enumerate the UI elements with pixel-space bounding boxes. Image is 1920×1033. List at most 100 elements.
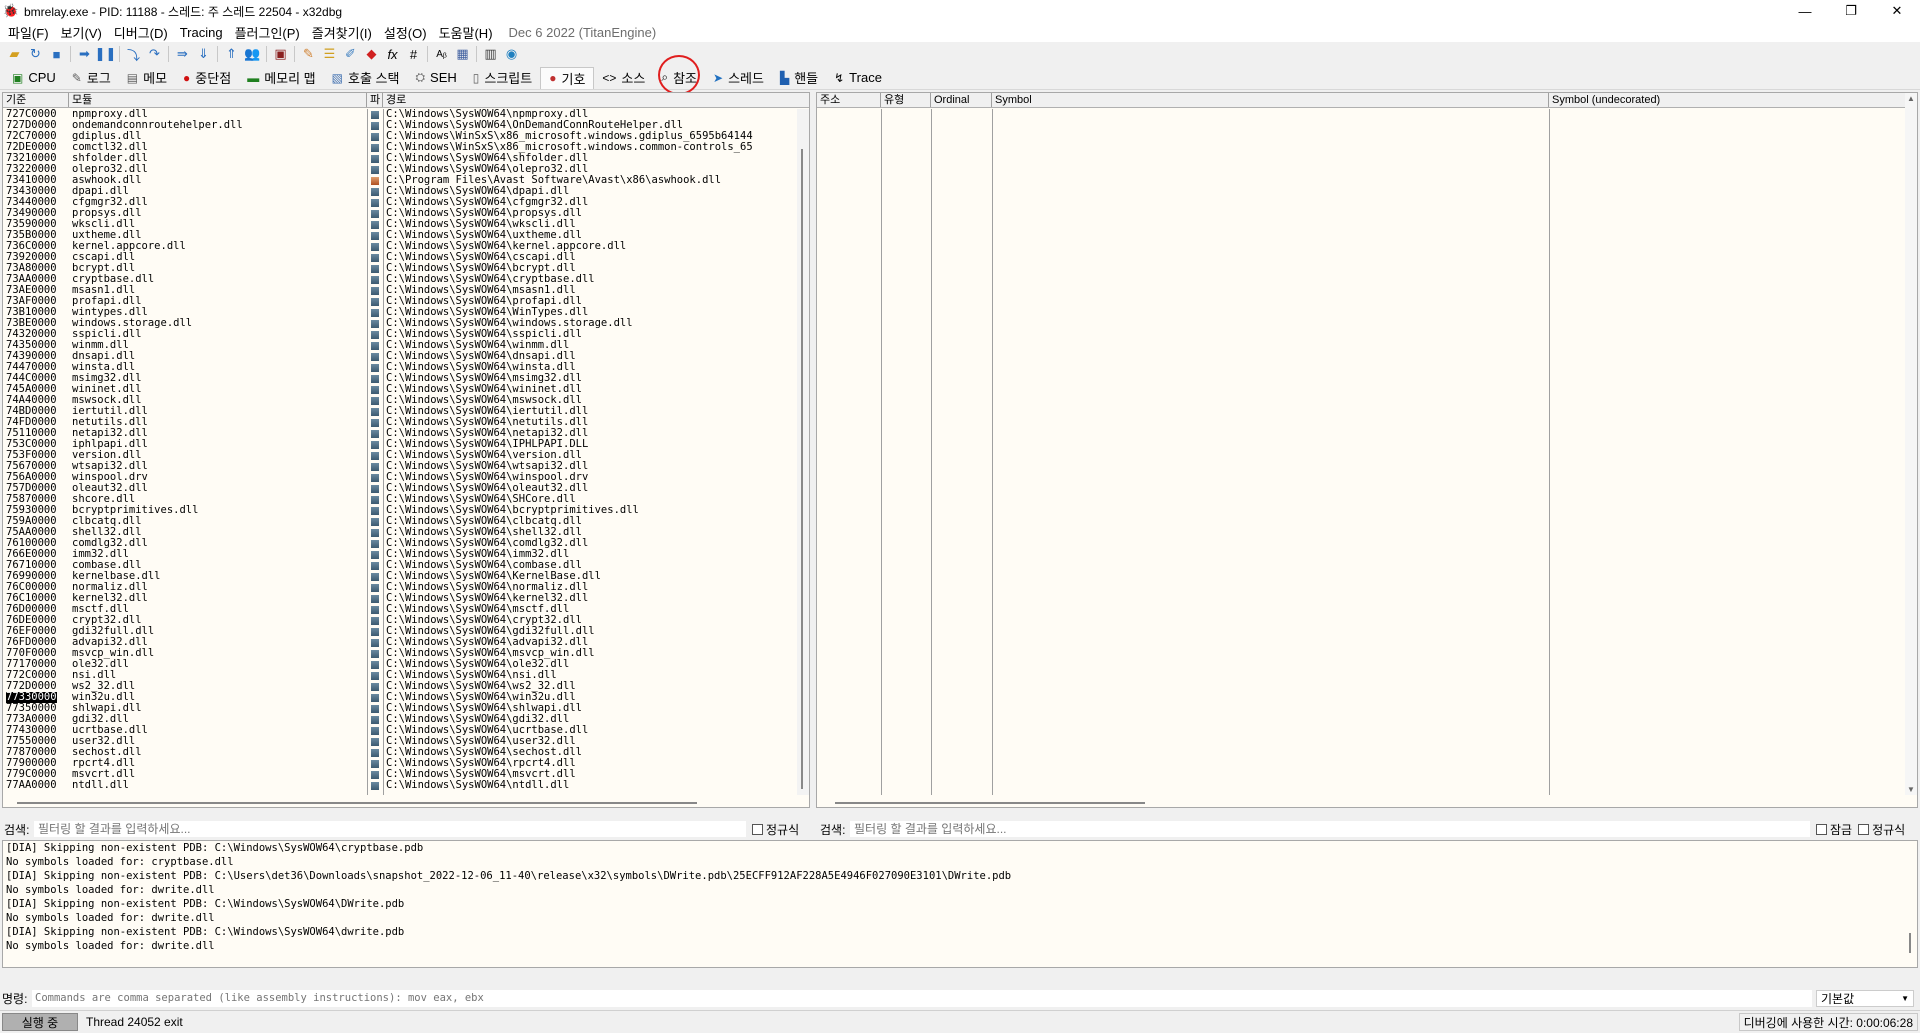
table-row[interactable]: 759A0000 clbcatq.dll C:\Windows\SysWOW64\c… xyxy=(3,516,803,527)
table-row[interactable]: 76710000 combase.dll C:\Windows\SysWOW64\c… xyxy=(3,560,803,571)
calculator-icon[interactable]: ▦ xyxy=(452,44,473,64)
menu-file[interactable]: 파일(F) xyxy=(2,23,55,42)
table-row[interactable]: 76990000 kernelbase.dll C:\Windows\SysWOW6… xyxy=(3,571,803,582)
column-party[interactable]: 파 xyxy=(367,93,383,107)
strings-icon[interactable]: Aᵦ xyxy=(431,44,452,64)
step-into-icon[interactable]: ⤵ xyxy=(123,44,144,64)
table-row[interactable]: 772D0000 ws2_32.dll C:\Windows\SysWOW64\ws… xyxy=(3,681,803,692)
symbols-regex-checkbox[interactable]: 정규식 xyxy=(1858,821,1905,838)
column-ordinal[interactable]: Ordinal xyxy=(931,93,992,107)
table-row[interactable]: 76C10000 kernel32.dll C:\Windows\SysWOW64\… xyxy=(3,593,803,604)
scrollbar-thumb[interactable] xyxy=(801,149,803,789)
tab-symbols[interactable]: ● 기호 xyxy=(540,66,595,89)
table-row[interactable]: 73440000 cfgmgr32.dll C:\Windows\SysWOW64\… xyxy=(3,197,803,208)
modules-list[interactable]: 기준 모듈 파 경로 727C0000 npmproxy.dll C:\Window… xyxy=(2,92,810,808)
tab-log[interactable]: ✎ 로그 xyxy=(64,67,119,89)
table-row[interactable]: 77350000 shlwapi.dll C:\Windows\SysWOW64\s… xyxy=(3,703,803,714)
symbols-lock-checkbox[interactable]: 잠금 xyxy=(1816,821,1852,838)
table-row[interactable]: 773A0000 gdi32.dll C:\Windows\SysWOW64\gdi… xyxy=(3,714,803,725)
modules-vertical-scrollbar[interactable] xyxy=(797,109,809,795)
table-row[interactable]: 727D0000 ondemandconnroutehelper.dll C:\Wi… xyxy=(3,120,803,131)
memory-icon[interactable]: ▥ xyxy=(480,44,501,64)
table-row[interactable]: 73A80000 bcrypt.dll C:\Windows\SysWOW64\bc… xyxy=(3,263,803,274)
tab-notes[interactable]: ▤ 메모 xyxy=(119,67,175,89)
column-address[interactable]: 주소 xyxy=(817,93,881,107)
table-row[interactable]: 73920000 cscapi.dll C:\Windows\SysWOW64\cs… xyxy=(3,252,803,263)
table-row[interactable]: 772C0000 nsi.dll C:\Windows\SysWOW64\nsi.d… xyxy=(3,670,803,681)
minimize-button[interactable]: — xyxy=(1782,0,1828,22)
menu-plugins[interactable]: 플러그인(P) xyxy=(229,23,306,42)
table-row[interactable]: 77170000 ole32.dll C:\Windows\SysWOW64\ole… xyxy=(3,659,803,670)
table-row[interactable]: 73B10000 wintypes.dll C:\Windows\SysWOW64\… xyxy=(3,307,803,318)
table-row[interactable]: 76EF0000 gdi32full.dll C:\Windows\SysWOW64… xyxy=(3,626,803,637)
table-row[interactable]: 75110000 netapi32.dll C:\Windows\SysWOW64\… xyxy=(3,428,803,439)
table-row[interactable]: 74320000 sspicli.dll C:\Windows\SysWOW64\s… xyxy=(3,329,803,340)
maximize-button[interactable]: ❐ xyxy=(1828,0,1874,22)
labels-icon[interactable]: ✐ xyxy=(340,44,361,64)
table-row[interactable]: 76100000 comdlg32.dll C:\Windows\SysWOW64\… xyxy=(3,538,803,549)
run-icon[interactable]: ➡ xyxy=(74,44,95,64)
table-row[interactable]: 73AA0000 cryptbase.dll C:\Windows\SysWOW64… xyxy=(3,274,803,285)
tab-trace[interactable]: ↯ Trace xyxy=(826,67,890,89)
tab-cpu[interactable]: ▣ CPU xyxy=(4,67,64,89)
table-row[interactable]: 735B0000 uxtheme.dll C:\Windows\SysWOW64\u… xyxy=(3,230,803,241)
modules-search-input[interactable] xyxy=(34,821,746,837)
column-symbol[interactable]: Symbol xyxy=(992,93,1549,107)
stop-icon[interactable]: ■ xyxy=(46,44,67,64)
scroll-up-icon[interactable]: ▲ xyxy=(1907,94,1915,103)
restart-icon[interactable]: ↻ xyxy=(25,44,46,64)
table-row[interactable]: 744C0000 msimg32.dll C:\Windows\SysWOW64\m… xyxy=(3,373,803,384)
menu-favourites[interactable]: 즐겨찾기(I) xyxy=(306,23,378,42)
tab-memory-map[interactable]: ▬ 메모리 맵 xyxy=(239,67,323,89)
table-row[interactable]: 73BE0000 windows.storage.dll C:\Windows\Sy… xyxy=(3,318,803,329)
table-row[interactable]: 75870000 shcore.dll C:\Windows\SysWOW64\SH… xyxy=(3,494,803,505)
menu-tracing[interactable]: Tracing xyxy=(174,25,229,40)
table-row[interactable]: 757D0000 oleaut32.dll C:\Windows\SysWOW64\… xyxy=(3,483,803,494)
tab-source[interactable]: <> 소스 xyxy=(594,67,653,89)
table-row[interactable]: 753C0000 iphlpapi.dll C:\Windows\SysWOW64\… xyxy=(3,439,803,450)
table-row[interactable]: 766E0000 imm32.dll C:\Windows\SysWOW64\imm… xyxy=(3,549,803,560)
table-row[interactable]: 77430000 ucrtbase.dll C:\Windows\SysWOW64\… xyxy=(3,725,803,736)
table-row[interactable]: 73410000 aswhook.dll C:\Program Files\Avas… xyxy=(3,175,803,186)
checkbox-box[interactable] xyxy=(752,823,763,835)
variables-icon[interactable]: # xyxy=(403,44,424,64)
symbols-horizontal-scrollbar[interactable] xyxy=(817,799,1905,807)
table-row[interactable]: 74FD0000 netutils.dll C:\Windows\SysWOW64\… xyxy=(3,417,803,428)
table-row[interactable]: 75AA0000 shell32.dll C:\Windows\SysWOW64\s… xyxy=(3,527,803,538)
table-row[interactable]: 73AF0000 profapi.dll C:\Windows\SysWOW64\p… xyxy=(3,296,803,307)
checkbox-box[interactable] xyxy=(1816,823,1827,835)
table-row[interactable]: 77AA0000 ntdll.dll C:\Windows\SysWOW64\ntd… xyxy=(3,780,803,791)
functions-icon[interactable]: fx xyxy=(382,44,403,64)
column-type[interactable]: 유형 xyxy=(881,93,931,107)
table-row[interactable]: 753F0000 version.dll C:\Windows\SysWOW64\v… xyxy=(3,450,803,461)
table-row[interactable]: 73590000 wkscli.dll C:\Windows\SysWOW64\wk… xyxy=(3,219,803,230)
modules-regex-checkbox[interactable]: 정규식 xyxy=(752,821,799,838)
trace-into-icon[interactable]: ⇛ xyxy=(172,44,193,64)
table-row[interactable]: 76DE0000 crypt32.dll C:\Windows\SysWOW64\c… xyxy=(3,615,803,626)
command-type-select[interactable]: 기본값 ▼ xyxy=(1816,989,1914,1007)
table-row[interactable]: 77330000 win32u.dll C:\Windows\SysWOW64\wi… xyxy=(3,692,803,703)
menu-help[interactable]: 도움말(H) xyxy=(433,23,499,42)
table-row[interactable]: 72DE0000 comctl32.dll C:\Windows\WinSxS\x8… xyxy=(3,142,803,153)
table-row[interactable]: 76C00000 normaliz.dll C:\Windows\SysWOW64\… xyxy=(3,582,803,593)
table-row[interactable]: 73220000 olepro32.dll C:\Windows\SysWOW64\… xyxy=(3,164,803,175)
table-row[interactable]: 77870000 sechost.dll C:\Windows\SysWOW64\s… xyxy=(3,747,803,758)
column-path[interactable]: 경로 xyxy=(383,93,809,107)
table-row[interactable]: 74350000 winmm.dll C:\Windows\SysWOW64\win… xyxy=(3,340,803,351)
table-row[interactable]: 727C0000 npmproxy.dll C:\Windows\SysWOW64\… xyxy=(3,109,803,120)
table-row[interactable]: 74A40000 mswsock.dll C:\Windows\SysWOW64\m… xyxy=(3,395,803,406)
patch-icon[interactable]: ✎ xyxy=(298,44,319,64)
table-row[interactable]: 77550000 user32.dll C:\Windows\SysWOW64\us… xyxy=(3,736,803,747)
step-over-icon[interactable]: ↷ xyxy=(144,44,165,64)
scrollbar-thumb[interactable] xyxy=(835,802,1145,804)
scylla-icon[interactable]: ▣ xyxy=(270,44,291,64)
menu-view[interactable]: 보기(V) xyxy=(55,23,108,42)
table-row[interactable]: 770F0000 msvcp_win.dll C:\Windows\SysWOW64… xyxy=(3,648,803,659)
table-row[interactable]: 73210000 shfolder.dll C:\Windows\SysWOW64\… xyxy=(3,153,803,164)
column-symbol-undecorated[interactable]: Symbol (undecorated) xyxy=(1549,93,1906,107)
table-row[interactable]: 736C0000 kernel.appcore.dll C:\Windows\Sys… xyxy=(3,241,803,252)
table-row[interactable]: 74BD0000 iertutil.dll C:\Windows\SysWOW64\… xyxy=(3,406,803,417)
tab-script[interactable]: ▯ 스크립트 xyxy=(465,67,540,89)
column-base[interactable]: 기준 xyxy=(3,93,69,107)
table-row[interactable]: 76FD0000 advapi32.dll C:\Windows\SysWOW64\… xyxy=(3,637,803,648)
